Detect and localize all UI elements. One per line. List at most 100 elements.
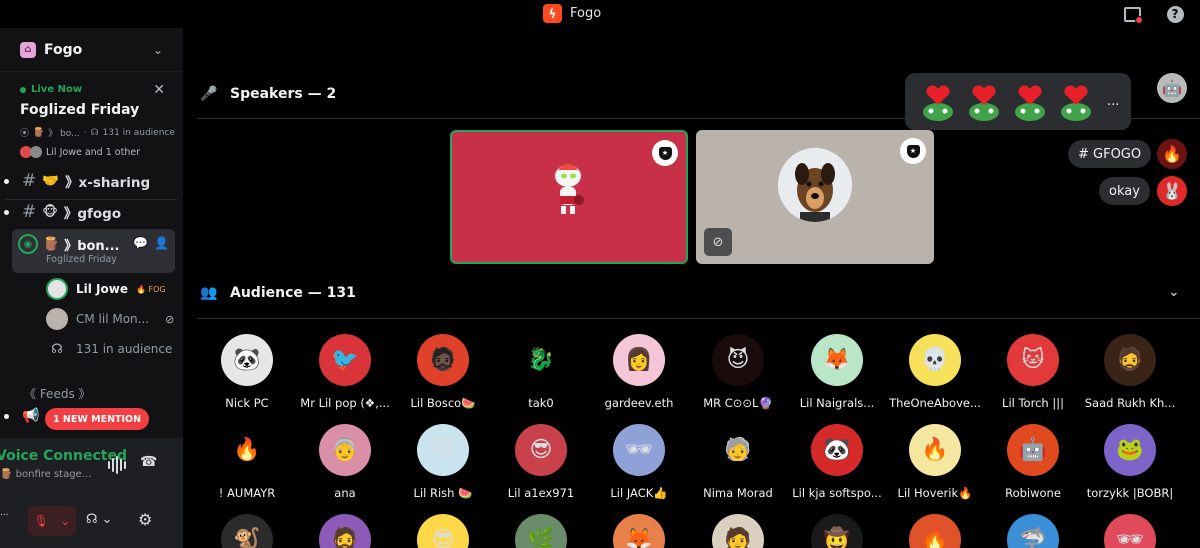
disconnect-icon[interactable]: ☎ xyxy=(140,454,157,470)
divider xyxy=(197,318,1200,319)
audience-member[interactable]: 🕶 xyxy=(1080,514,1180,548)
heart-frog-emote xyxy=(965,83,1003,121)
avatar[interactable]: 🤖 xyxy=(1157,73,1187,103)
server-home-icon: ⌂ xyxy=(20,41,36,58)
audience-member[interactable]: 🦊 xyxy=(589,514,689,548)
audience-member[interactable]: 😎 Lil a1ex971 xyxy=(491,424,591,500)
mention-row[interactable]: 📢 s 1 NEW MENTION xyxy=(0,406,183,430)
invite-user-icon[interactable]: 👤 xyxy=(154,236,169,250)
avatar: 🐼 xyxy=(221,334,273,386)
audience-member[interactable]: 🐸 torzykk |BOBR| xyxy=(1080,424,1180,500)
user-label[interactable]: ... xyxy=(0,508,9,518)
audience-member[interactable]: 🌿 xyxy=(491,514,591,548)
audience-member[interactable]: 🐒 xyxy=(197,514,297,548)
audience-member[interactable]: 💀 TheOneAbove... xyxy=(885,334,985,410)
audience-member[interactable]: 🧑 xyxy=(688,514,788,548)
voice-activity-icon[interactable] xyxy=(108,456,126,474)
speaker-tile[interactable]: ★ xyxy=(450,130,688,264)
channel-name: 》gfogo xyxy=(63,206,122,222)
audience-member[interactable]: 🐦 Mr Lil pop (❖,... xyxy=(295,334,395,410)
audience-member[interactable]: 🤠 xyxy=(787,514,887,548)
channel-sidebar: ⌂ Fogo ⌄ Live Now ✕ Foglized Friday ⦿ 🪵 … xyxy=(0,28,183,548)
channel-subtitle: Foglized Friday xyxy=(46,254,117,265)
channel-bonfire-stage[interactable]: ◉ 🪵 》bon... Foglized Friday 💬 👤 xyxy=(12,229,175,273)
live-stage-meta: ⦿ 🪵 》 bo... · ☊ 131 in audience xyxy=(20,127,175,140)
audience-member[interactable]: 🤖 Robiwone xyxy=(983,424,1083,500)
audience-member[interactable]: 🕶 Lil JACK👍 xyxy=(589,424,689,500)
avatar[interactable]: 🐰 xyxy=(1157,176,1187,206)
avatar: 🧓 xyxy=(712,424,764,476)
new-mention-badge[interactable]: 1 NEW MENTION xyxy=(45,408,150,430)
avatar-glyph: 🦊 xyxy=(625,527,653,548)
heart-frog-emote xyxy=(919,83,957,121)
chat-bubble-icon[interactable]: 💬 xyxy=(133,236,148,250)
chevron-down-icon[interactable]: ⌄ xyxy=(1168,284,1180,300)
audience-member[interactable]: 🧔 Saad Rukh Kh... xyxy=(1080,334,1180,410)
avatar-glyph: 🐼 xyxy=(823,437,851,463)
audience-member[interactable]: 😈 MR C⊙⊙L🔮 xyxy=(688,334,788,410)
avatar-glyph: 🧔 xyxy=(1116,347,1144,373)
audience-member[interactable]: 🦈 xyxy=(983,514,1083,548)
headphones-button[interactable]: ☊ ⌄ xyxy=(86,512,113,527)
feeds-category[interactable]: 《 Feeds 》 xyxy=(24,385,91,402)
audience-member[interactable]: 🧔🏿 Lil Bosco🍉 xyxy=(393,334,493,410)
member-lil-jowe[interactable]: Lil Jowe 🔥 FOG xyxy=(46,276,166,302)
avatar-glyph: 😈 xyxy=(726,347,750,373)
audience-member-name: torzykk |BOBR| xyxy=(1086,486,1174,500)
member-name: CM lil Mon... xyxy=(76,312,150,326)
speaker-avatar xyxy=(555,164,584,214)
avatar: 🐦 xyxy=(319,334,371,386)
channel-name: 》x-sharing xyxy=(65,175,151,191)
audience-member[interactable]: 👵 ana xyxy=(295,424,395,500)
microphone-icon: 🎤 xyxy=(200,86,218,102)
title-bar: ϟ Fogo ? xyxy=(0,0,1200,28)
audience-member[interactable]: 😎 xyxy=(393,514,493,548)
audience-count: 131 in audience xyxy=(76,342,173,356)
audience-count-row[interactable]: ☊ 131 in audience xyxy=(46,336,172,362)
speaker-tile[interactable]: ★ ⊘ xyxy=(696,130,934,264)
voice-channel-name[interactable]: 🪵 bonfire stage... xyxy=(0,469,91,480)
chevron-down-icon[interactable]: ⌄ xyxy=(153,43,163,57)
audience-member[interactable]: 🧓 Nima Morad xyxy=(688,424,788,500)
audience-member-name: Lil JACK👍 xyxy=(610,486,668,500)
chevron-down-icon[interactable]: ⌄ xyxy=(60,514,70,528)
avatar-glyph: 🤠 xyxy=(823,527,851,548)
avatar-glyph: 🧔 xyxy=(331,527,359,548)
avatar: 🐒 xyxy=(221,514,273,548)
member-cm-lil-mon[interactable]: CM lil Mon... ⊘ xyxy=(46,306,174,332)
avatar-glyph: 🐱 xyxy=(431,437,455,463)
audience-member[interactable]: 🐉 tak0 xyxy=(491,334,591,410)
audience-member[interactable]: 🔥 Lil Hoverik🔥 xyxy=(885,424,985,500)
mic-muted-button[interactable]: 🎙 ⌄ xyxy=(28,506,76,536)
server-name: Fogo xyxy=(44,41,83,58)
inbox-icon[interactable] xyxy=(1122,4,1143,24)
audience-member[interactable]: 🐱 Lil Torch ||| xyxy=(983,334,1083,410)
notification-dot xyxy=(1134,15,1143,24)
audience-member[interactable]: 🦊 Lil Naigrals... xyxy=(787,334,887,410)
avatar: 🧔🏿 xyxy=(417,334,469,386)
gear-icon[interactable]: ⚙ xyxy=(138,510,152,529)
close-icon[interactable]: ✕ xyxy=(153,82,165,98)
audience-member[interactable]: 🧔 xyxy=(295,514,395,548)
avatar[interactable]: 🔥 xyxy=(1157,139,1187,169)
avatar: 🐱 xyxy=(1007,334,1059,386)
avatar-glyph: 🐼 xyxy=(233,347,261,373)
stage-icon: ⦿ xyxy=(20,129,30,139)
audience-member[interactable]: 🔥 xyxy=(885,514,985,548)
chat-bubble: # GFOGO xyxy=(1068,140,1152,168)
channel-gfogo[interactable]: # 🐵 》gfogo xyxy=(0,198,183,226)
live-stage-users: Lil Jowe and 1 other xyxy=(20,146,169,158)
server-header[interactable]: ⌂ Fogo ⌄ xyxy=(0,28,183,72)
help-icon[interactable]: ? xyxy=(1165,4,1185,24)
avatar-glyph: 😎 xyxy=(431,527,455,548)
audience-member[interactable]: 🐱 Lil Rish 🍉 xyxy=(393,424,493,500)
audience-member[interactable]: 🐼 Lil kja softspo... xyxy=(787,424,887,500)
audience-member[interactable]: 🐼 Nick PC xyxy=(197,334,297,410)
voice-panel: Voice Connected 🪵 bonfire stage... ☎ ...… xyxy=(0,438,183,548)
avatar: 🔥 xyxy=(221,424,273,476)
avatar-glyph: 🐸 xyxy=(1116,437,1144,463)
audience-member[interactable]: 🔥 ! AUMAYR xyxy=(197,424,297,500)
avatar: 😎 xyxy=(417,514,469,548)
audience-member[interactable]: 👩 gardeev.eth xyxy=(589,334,689,410)
channel-x-sharing[interactable]: # 🤝 》x-sharing xyxy=(0,167,183,195)
